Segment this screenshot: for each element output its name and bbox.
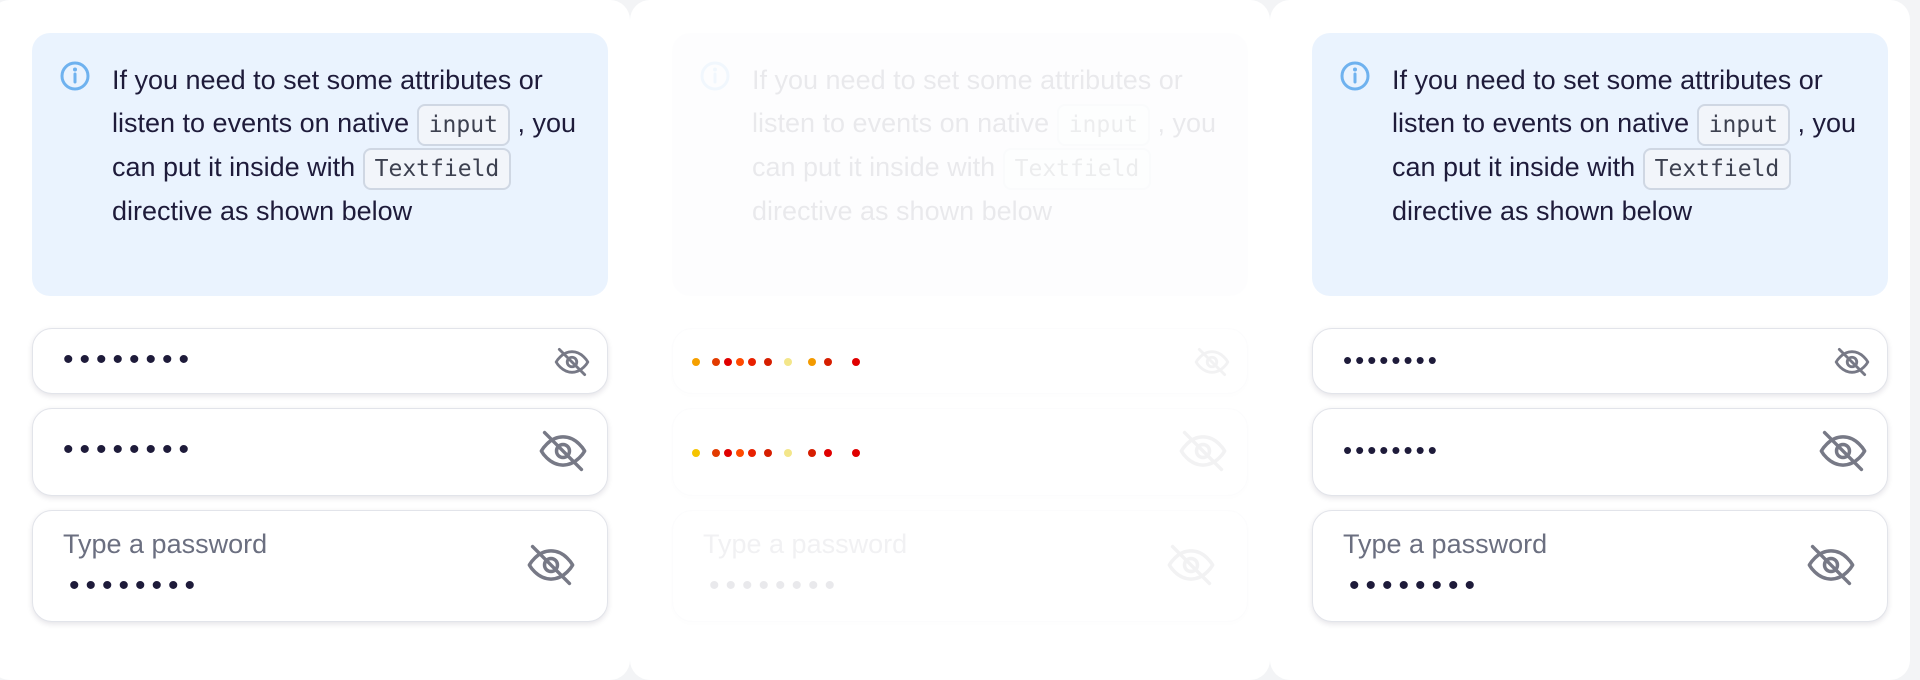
field-label: Type a password <box>703 529 908 559</box>
code-input: input <box>1056 103 1150 146</box>
eye-off-icon[interactable] <box>1165 539 1217 591</box>
password-mask: •••••••• <box>1349 569 1482 602</box>
field-label: Type a password <box>63 529 268 559</box>
password-mask: •••••••• <box>709 569 842 602</box>
password-field-small[interactable]: •••••••• <box>32 328 608 394</box>
password-mask: •••••••• <box>1343 345 1440 375</box>
eye-off-icon[interactable] <box>1817 425 1869 477</box>
code-textfield: Textfield <box>1002 147 1152 190</box>
code-textfield: Textfield <box>1642 147 1792 190</box>
example-column-3: If you need to set some attributes or li… <box>1270 0 1910 680</box>
password-field-labeled[interactable]: Type a password •••••••• <box>672 510 1248 622</box>
eye-off-icon[interactable] <box>1805 539 1857 591</box>
example-column-2: If you need to set some attributes or li… <box>630 0 1270 680</box>
password-mask: •••••••• <box>63 433 196 466</box>
code-textfield: Textfield <box>362 147 512 190</box>
info-icon <box>1340 61 1370 91</box>
password-mask: •••••••• <box>69 569 202 602</box>
examples-stage: If you need to set some attributes or li… <box>0 0 1920 680</box>
password-mask: •••••••• <box>1343 435 1440 465</box>
password-field-labeled[interactable]: Type a password •••••••• <box>1312 510 1888 622</box>
eye-off-icon[interactable] <box>1833 343 1871 381</box>
info-icon <box>60 61 90 91</box>
eye-off-icon[interactable] <box>1177 425 1229 477</box>
password-field-medium[interactable]: •••••••• <box>1312 408 1888 496</box>
eye-off-icon[interactable] <box>1193 343 1231 381</box>
password-field-medium[interactable]: •••••••• <box>32 408 608 496</box>
info-icon <box>700 61 730 91</box>
field-label: Type a password <box>1343 529 1548 559</box>
password-field-labeled[interactable]: Type a password •••••••• <box>32 510 608 622</box>
eye-off-icon[interactable] <box>553 343 591 381</box>
info-notice: If you need to set some attributes or li… <box>32 33 608 296</box>
password-mask: •••••••• <box>63 343 196 376</box>
eye-off-icon[interactable] <box>537 425 589 477</box>
highlight-dots <box>692 449 860 457</box>
code-input: input <box>1696 103 1790 146</box>
example-column-1: If you need to set some attributes or li… <box>0 0 630 680</box>
info-text-3: directive as shown below <box>752 195 1053 226</box>
info-notice: If you need to set some attributes or li… <box>672 33 1248 296</box>
highlight-dots <box>692 358 860 366</box>
info-text-3: directive as shown below <box>1392 195 1693 226</box>
eye-off-icon[interactable] <box>525 539 577 591</box>
info-notice: If you need to set some attributes or li… <box>1312 33 1888 296</box>
code-input: input <box>416 103 510 146</box>
info-text-3: directive as shown below <box>112 195 413 226</box>
password-field-small[interactable]: •••••••• <box>1312 328 1888 394</box>
